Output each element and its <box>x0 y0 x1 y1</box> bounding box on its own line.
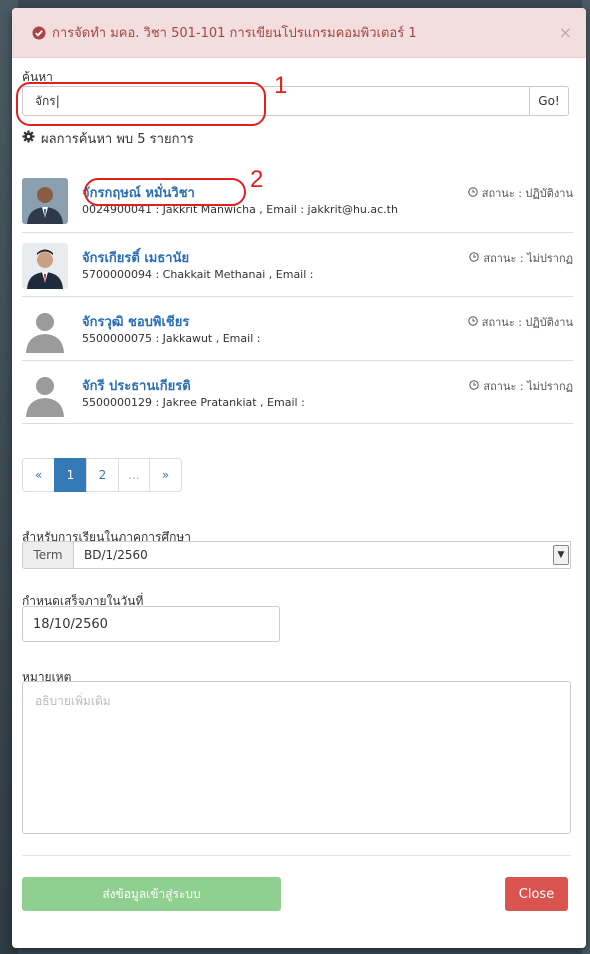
avatar-placeholder-icon <box>22 307 68 353</box>
go-button[interactable]: Go! <box>529 86 569 116</box>
result-status-text: สถานะ : ปฏิบัติงาน <box>481 187 573 200</box>
list-item[interactable]: จักรเกียรติ์ เมธานัย 5700000094 : Chakka… <box>22 232 573 296</box>
list-item[interactable]: จักรี ประธานเกียรติ 5500000129 : Jakree … <box>22 360 573 424</box>
notes-textarea[interactable] <box>22 681 571 834</box>
list-item[interactable]: จักรวุฒิ ชอบพิเชียร 5500000075 : Jakkawu… <box>22 296 573 360</box>
term-select[interactable]: BD/1/2560 ▼ <box>74 541 571 569</box>
annotation-number-2: 2 <box>250 166 264 193</box>
result-summary: ผลการค้นหา พบ 5 รายการ <box>22 128 194 149</box>
pagination-next[interactable]: » <box>149 458 182 492</box>
modal-title: การจัดทำ มคอ. วิชา 501-101 การเขียนโปรแก… <box>52 26 417 41</box>
pagination: « 1 2 ... » <box>22 458 182 492</box>
annotation-ring-2 <box>84 178 246 206</box>
close-button[interactable]: Close <box>505 877 568 911</box>
result-status: สถานะ : ไม่ปรากฏ <box>469 377 573 395</box>
annotation-number-1: 1 <box>274 72 288 99</box>
result-summary-text: ผลการค้นหา พบ 5 รายการ <box>41 132 194 147</box>
result-name-link[interactable]: จักรเกียรติ์ เมธานัย <box>82 247 189 268</box>
result-name-link[interactable]: จักรี ประธานเกียรติ <box>82 375 191 396</box>
check-circle-icon <box>32 26 46 40</box>
deadline-date-input[interactable] <box>22 606 280 642</box>
term-select-group: Term BD/1/2560 ▼ <box>22 541 571 569</box>
results-list: จักรกฤษณ์ หมั่นวิชา 0024900041 : Jakkrit… <box>22 168 573 424</box>
term-select-value: BD/1/2560 <box>84 548 148 562</box>
pagination-ellipsis: ... <box>118 458 150 492</box>
footer-divider <box>22 855 571 856</box>
result-detail: 5500000075 : Jakkawut , Email : <box>82 332 261 345</box>
pagination-page-2[interactable]: 2 <box>86 458 119 492</box>
result-status: สถานะ : ปฏิบัติงาน <box>468 313 573 331</box>
avatar <box>22 243 68 289</box>
annotation-ring-1 <box>16 82 266 126</box>
result-status: สถานะ : ปฏิบัติงาน <box>468 184 573 202</box>
result-detail: 5700000094 : Chakkait Methanai , Email : <box>82 268 314 281</box>
pagination-page-1[interactable]: 1 <box>54 458 87 492</box>
avatar-placeholder-icon <box>22 371 68 417</box>
gear-icon <box>22 130 35 147</box>
result-status: สถานะ : ไม่ปรากฏ <box>469 249 573 267</box>
result-name-link[interactable]: จักรวุฒิ ชอบพิเชียร <box>82 311 189 332</box>
close-icon[interactable]: × <box>559 23 572 42</box>
chevron-down-icon[interactable]: ▼ <box>553 545 569 565</box>
clock-icon <box>469 379 480 393</box>
clock-icon <box>468 315 478 329</box>
avatar <box>22 178 68 224</box>
result-status-text: สถานะ : ไม่ปรากฏ <box>483 380 573 393</box>
pagination-prev[interactable]: « <box>22 458 55 492</box>
submit-button[interactable]: ส่งข้อมูลเข้าสู่ระบบ <box>22 877 281 911</box>
modal-header: การจัดทำ มคอ. วิชา 501-101 การเขียนโปรแก… <box>12 8 586 58</box>
clock-icon <box>469 251 480 265</box>
clock-icon <box>468 186 478 200</box>
result-detail: 5500000129 : Jakree Pratankiat , Email : <box>82 396 305 409</box>
result-status-text: สถานะ : ปฏิบัติงาน <box>481 316 573 329</box>
result-status-text: สถานะ : ไม่ปรากฏ <box>483 252 573 265</box>
term-addon: Term <box>22 541 74 569</box>
